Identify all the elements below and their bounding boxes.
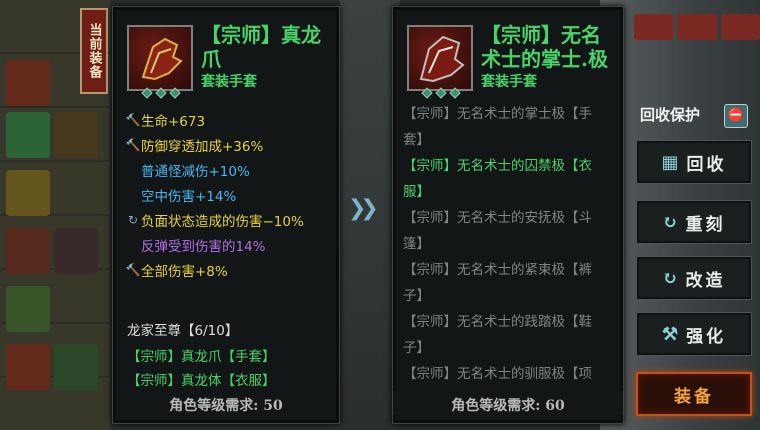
hammer-icon: ⚒ — [661, 323, 679, 345]
set-item: 【宗师】真龙体【衣服】 — [127, 373, 276, 389]
hammer-icon: 🔨 — [125, 112, 141, 127]
enhance-label: 强化 — [686, 326, 727, 347]
refresh-icon: ↻ — [127, 212, 139, 227]
inventory-slot — [54, 112, 98, 158]
refresh-icon: ↻ — [662, 267, 678, 289]
new-item-panel: 【宗师】无名术士的掌士.极 套装手套 【宗师】无名术士的掌士极【手 套】 【宗师… — [392, 6, 624, 424]
item-title: 【宗师】无名术士的掌士.极 — [481, 23, 608, 71]
inventory-slot — [6, 228, 50, 274]
set-line: 【宗师】无名术士的安抚极【斗 — [403, 210, 592, 226]
item-subtitle: 套装手套 — [481, 74, 537, 90]
set-line: 【宗师】无名术士的驯服极【项 — [403, 366, 592, 382]
set-item: 【宗师】真龙爪【手套】 — [127, 349, 276, 365]
reforge-button[interactable]: ↻ 重刻 — [636, 200, 752, 244]
inventory-slot — [6, 60, 50, 106]
gauntlet-icon — [407, 25, 473, 99]
stat-row: ↻ 负面状态造成的伤害−10% — [125, 207, 335, 232]
compare-arrow-icon: ❯❯ — [348, 196, 379, 221]
stat-text: 反弹受到伤害的14% — [141, 238, 266, 255]
modify-label: 改造 — [685, 270, 726, 291]
current-item-panel: 【宗师】真龙爪 套装手套 🔨 生命+673 🔨 防御穿透加成+36% 普通怪减伤… — [112, 6, 340, 424]
recycle-protect-toggle[interactable]: ⛔ — [724, 104, 748, 128]
inventory-slot — [6, 112, 50, 158]
stat-text: 全部伤害+8% — [141, 263, 228, 280]
set-line: 子】 — [403, 288, 430, 304]
item-title: 【宗师】真龙爪 — [201, 23, 321, 71]
stat-text: 生命+673 — [141, 113, 206, 130]
equip-button[interactable]: 装备 — [636, 372, 752, 416]
gauntlet-icon — [127, 25, 193, 99]
stat-text: 防御穿透加成+36% — [141, 138, 264, 155]
set-line: 子】 — [403, 340, 430, 356]
level-requirement: 角色等级需求: 60 — [393, 391, 623, 415]
set-line: 【宗师】无名术士的践踏极【鞋 — [403, 314, 592, 330]
refresh-icon: ↻ — [662, 211, 678, 233]
set-line: 服】 — [403, 184, 430, 200]
recycle-label: 回收 — [686, 154, 727, 175]
set-line: 【宗师】无名术士的囚禁极【衣 — [403, 158, 592, 174]
stat-row: 反弹受到伤害的14% — [125, 232, 335, 257]
item-subtitle: 套装手套 — [201, 74, 257, 90]
equip-label: 装备 — [674, 386, 714, 407]
top-tab[interactable] — [634, 14, 674, 40]
inventory-slot — [6, 286, 50, 332]
stat-row: 🔨 全部伤害+8% — [125, 257, 335, 282]
level-requirement: 角色等级需求: 50 — [169, 398, 283, 414]
top-tab[interactable] — [677, 14, 717, 40]
set-name: 龙家至尊【6/10】 — [127, 323, 239, 339]
hammer-icon: 🔨 — [125, 262, 141, 277]
stat-text: 负面状态造成的伤害−10% — [141, 213, 304, 230]
stat-text: 空中伤害+14% — [141, 188, 237, 205]
inventory-slot — [54, 344, 98, 390]
hammer-icon: 🔨 — [125, 137, 141, 152]
top-tabs — [634, 14, 760, 40]
set-list: 【宗师】无名术士的掌士极【手 套】 【宗师】无名术士的囚禁极【衣 服】 【宗师】… — [403, 101, 613, 401]
set-line: 【宗师】无名术士的掌士极【手 — [403, 106, 592, 122]
inventory-slot — [54, 228, 98, 274]
stat-row: 普通怪减伤+10% — [125, 157, 335, 182]
stats-list: 🔨 生命+673 🔨 防御穿透加成+36% 普通怪减伤+10% 空中伤害+14%… — [125, 107, 335, 282]
inventory-slot — [6, 170, 50, 216]
top-tab[interactable] — [720, 14, 760, 40]
set-line: 【宗师】无名术士的紧束极【裤 — [403, 262, 592, 278]
set-line: 套】 — [403, 132, 430, 148]
recycle-button[interactable]: ▦ 回收 — [636, 140, 752, 184]
stat-text: 普通怪减伤+10% — [141, 163, 250, 180]
reforge-label: 重刻 — [685, 214, 726, 235]
stat-row: 🔨 防御穿透加成+36% — [125, 132, 335, 157]
stat-row: 🔨 生命+673 — [125, 107, 335, 132]
set-line: 篷】 — [403, 236, 430, 252]
enhance-button[interactable]: ⚒ 强化 — [636, 312, 752, 356]
inventory-slot — [6, 344, 50, 390]
lock-icon: ⛔ — [727, 108, 745, 123]
recycle-icon: ▦ — [661, 151, 679, 173]
current-equip-tab: 当前装备 — [80, 8, 108, 94]
modify-button[interactable]: ↻ 改造 — [636, 256, 752, 300]
recycle-protect-label: 回收保护 — [640, 106, 701, 124]
stat-row: 空中伤害+14% — [125, 182, 335, 207]
